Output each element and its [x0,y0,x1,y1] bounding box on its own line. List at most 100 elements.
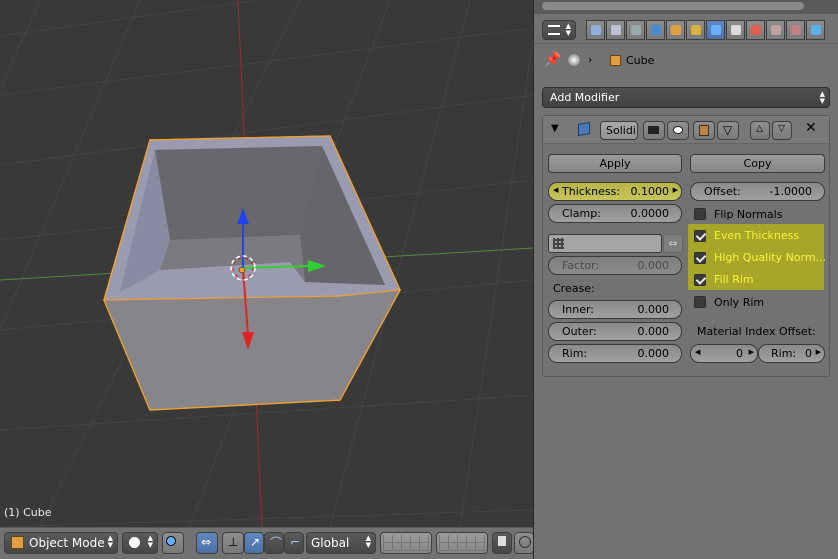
pin-icon[interactable]: 📌 [544,52,561,68]
material-offset-value: 0 [736,347,743,360]
render-tab[interactable] [586,20,605,40]
layers-icon-2 [439,535,485,551]
layer-lock-icon [498,536,506,546]
mode-selector[interactable]: Object Mode ▲ ▼ [4,532,118,554]
invert-arrows-icon: ⇔ [668,237,678,250]
clamp-value: 0.0000 [630,207,670,220]
decrement-arrow-icon: ◀ [553,186,559,194]
texture-tab[interactable] [766,20,785,40]
factor-label: Factor: [562,259,600,272]
material-tab[interactable] [746,20,765,40]
viewport-toggle[interactable] [667,121,689,140]
modifiers-icon [711,25,721,35]
move-up-button[interactable]: △ [750,121,770,140]
3d-view-header: Object Mode ▲ ▼ ▲ ▼ ⇔ ⊥ ↗ ⌒ ⌐ Global ▲ ▼ [0,527,534,559]
offset-field[interactable]: Offset: -1.0000 [690,182,825,201]
scale-tool-button[interactable]: ⌐ [284,532,304,554]
editor-type-selector[interactable]: ▲ ▼ [542,20,576,40]
cube-icon [11,536,24,549]
arrow-icon: ↗ [250,535,261,549]
only-rim-label: Only Rim [714,296,765,309]
invert-vertex-group-button[interactable]: ⇔ [663,234,683,253]
crease-outer-field[interactable]: Outer: 0.000 [548,322,682,341]
outer-value: 0.000 [637,325,670,338]
viewport-canvas[interactable] [0,0,533,527]
proportional-edit-button[interactable] [514,532,534,554]
apply-button[interactable]: Apply [548,154,682,173]
material-rim-field[interactable]: Rim: 0 ▶ [758,344,825,363]
thickness-field[interactable]: ◀ Thickness: 0.1000 ▶ [548,182,682,201]
properties-editor: ▲ ▼ 📌 › Cube Add Modifier ▲ ▼ ▼ Solidi ▽ △… [533,0,838,559]
on-cage-toggle[interactable]: ▽ [717,121,739,140]
material-icon [751,25,761,35]
object-tab[interactable] [666,20,685,40]
move-down-button[interactable]: ▽ [772,121,792,140]
header-scroll-strip [534,0,838,14]
horizontal-scrollbar[interactable] [542,2,804,10]
layers-grid-1[interactable] [380,532,432,554]
breadcrumb-object: Cube [626,54,655,67]
high-quality-normals-checkbox[interactable] [694,252,706,264]
crease-inner-field[interactable]: Inner: 0.000 [548,300,682,319]
material-offset-field[interactable]: ◀ 0 ▶ [690,344,758,363]
particles-tab[interactable] [786,20,805,40]
factor-field[interactable]: Factor: 0.000 [548,256,682,275]
manipulator-toggle[interactable]: ⇔ [196,532,218,554]
camera-icon [648,126,659,134]
layers-grid-2[interactable] [436,532,488,554]
copy-button[interactable]: Copy [690,154,825,173]
down-arrow-icon: ▽ [778,124,785,134]
scale-manipulator-button[interactable]: ⌒ [264,532,284,554]
material-index-heading: Material Index Offset: [697,325,816,338]
cube-object[interactable] [103,135,402,411]
fill-rim-checkbox[interactable] [694,274,706,286]
only-rim-checkbox[interactable] [694,296,706,308]
scene-tab[interactable] [626,20,645,40]
lock-layers-button[interactable] [492,532,512,554]
axes-icon: ⊥ [228,535,239,549]
even-thickness-checkbox[interactable] [694,230,706,242]
3d-viewport[interactable]: (1) Cube [0,0,533,527]
physics-tab[interactable] [806,20,825,40]
vertex-group-field[interactable] [548,234,662,253]
collapse-triangle-icon[interactable]: ▼ [551,123,559,134]
offset-value: -1.0000 [769,185,812,198]
translate-manipulator-button[interactable]: ⊥ [222,532,244,554]
crease-rim-field[interactable]: Rim: 0.000 [548,344,682,363]
data-tab[interactable] [726,20,745,40]
clamp-field[interactable]: Clamp: 0.0000 [548,204,682,223]
pivot-point-selector[interactable] [162,532,184,554]
constraints-icon [691,25,701,35]
render-toggle[interactable] [643,121,665,140]
rim-label: Rim: [562,347,588,360]
editmode-toggle[interactable] [693,121,715,140]
increment-arrow-icon: ▶ [815,348,821,356]
modifiers-tab[interactable] [706,20,725,40]
sphere-icon [129,537,140,548]
orientation-label: Global [311,536,350,550]
properties-header: ▲ ▼ [534,14,838,44]
close-icon[interactable]: ✕ [805,120,817,136]
transform-orientation-selector[interactable]: Global ▲ ▼ [306,532,376,554]
even-thickness-label: Even Thickness [714,229,800,242]
flip-normals-checkbox[interactable] [694,208,706,220]
breadcrumb: 📌 › Cube [544,52,834,72]
offset-label: Offset: [704,185,741,198]
render-icon [591,25,601,35]
properties-editor-icon [548,25,560,35]
modifier-name-field[interactable]: Solidi [600,121,638,140]
proportional-icon [519,536,531,548]
physics-icon [811,25,821,35]
world-tab[interactable] [646,20,665,40]
render-layers-icon [611,25,621,35]
scale-icon: ⌐ [290,535,301,549]
add-modifier-dropdown[interactable]: Add Modifier ▲ ▼ [542,87,830,108]
rotate-manipulator-button[interactable]: ↗ [244,532,264,554]
material-rim-label: Rim: [771,347,797,360]
arc-icon: ⌒ [270,536,283,550]
viewport-shading-selector[interactable]: ▲ ▼ [122,532,158,554]
constraints-tab[interactable] [686,20,705,40]
highlighted-options: Even Thickness High Quality Norm... Fill… [688,224,826,290]
inner-value: 0.000 [637,303,670,316]
render-layers-tab[interactable] [606,20,625,40]
